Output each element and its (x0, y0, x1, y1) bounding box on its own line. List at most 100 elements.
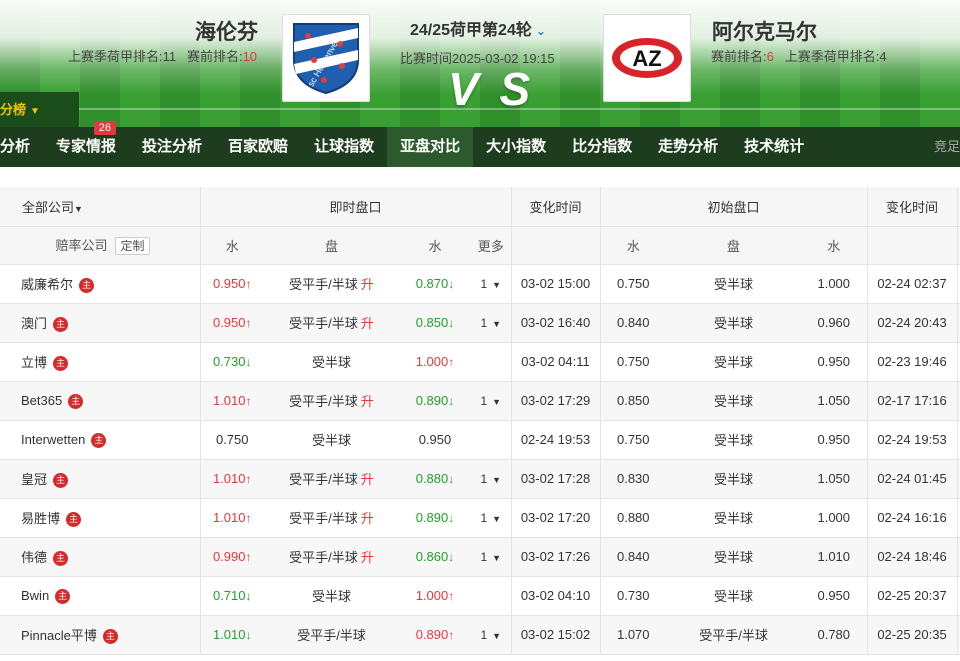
chevron-down-icon: ⌄ (535, 24, 546, 38)
line-header: 盘 (264, 226, 399, 265)
company-cell[interactable]: Bet365 主 (0, 381, 201, 421)
company-name[interactable]: 立博 (21, 355, 47, 370)
arrow-down-icon: ↓ (245, 589, 252, 603)
nav-tab[interactable]: 专家情报 26 (43, 121, 129, 167)
arrow-down-icon: ↓ (448, 511, 455, 525)
nav-tab[interactable]: 百家欧赔 (215, 127, 301, 167)
company-name[interactable]: Pinnacle平博 (21, 628, 97, 643)
more-count: 1 (480, 627, 488, 642)
odds-table-body: 威廉希尔主 0.950↑ 受平手/半球升 0.870↓ 1 ▼ 03-02 15:00 0.7… (0, 264, 960, 655)
init-change-time: 02-24 01:45 (867, 459, 958, 499)
company-name[interactable]: Interwetten (21, 432, 85, 447)
vs-label: V S (448, 63, 535, 115)
nav-tab[interactable]: 投注分析 (129, 127, 215, 167)
more-dropdown[interactable]: 1 ▼ (471, 615, 512, 655)
company-cell[interactable]: 立博主 (0, 342, 201, 382)
live-water1-value: 0.730 (212, 354, 246, 369)
home-team-logo[interactable]: sc Heerenveen (282, 14, 370, 102)
more-dropdown[interactable]: 1 ▼ (471, 498, 512, 538)
league-round-selector[interactable]: 24/25荷甲第24轮 ⌄ (410, 16, 546, 40)
more-dropdown[interactable]: 1 ▼ (471, 537, 512, 577)
live-water1-value: 1.010 (212, 471, 246, 486)
table-row[interactable]: Bwin 主 0.710↓ 受半球 1.000↑ 03-02 04:10 0.730 受半球 0… (0, 576, 960, 616)
live-water1: 1.010↑ (200, 498, 264, 538)
table-row[interactable]: 立博主 0.730↓ 受半球 1.000↑ 03-02 04:11 0.750 受半球 0.9… (0, 342, 960, 382)
init-water2: 1.050 (801, 381, 868, 421)
live-line-value: 受平手/半球 (297, 628, 366, 643)
company-cell[interactable]: Pinnacle平博主 (0, 615, 201, 655)
nav-tab[interactable]: 技术统计 (731, 127, 817, 167)
home-badge-icon: 主 (68, 393, 84, 409)
nav-tab[interactable]: 亚盘对比 (387, 127, 474, 167)
away-pre-match-rank: 6 (766, 49, 774, 64)
company-name[interactable]: 易胜博 (21, 511, 60, 526)
company-cell[interactable]: 皇冠主 (0, 459, 201, 499)
init-water1: 0.850 (600, 381, 667, 421)
away-team-logo[interactable]: AZ (603, 14, 691, 102)
more-dropdown[interactable]: 1 ▼ (471, 303, 512, 343)
home-badge-icon: 主 (79, 278, 95, 293)
more-dropdown[interactable]: 1 ▼ (471, 381, 512, 421)
init-line: 受半球 (666, 264, 802, 304)
nav-tab-label: 大小指数 (486, 138, 547, 155)
company-filter-label: 全部公司 (22, 199, 75, 215)
home-pre-match-rank: 10 (242, 49, 258, 64)
nav-tab[interactable]: 比分指数 (559, 127, 645, 167)
home-pre-match-rank-label: 赛前排名: (186, 49, 243, 64)
change-time: 03-02 17:29 (511, 381, 601, 421)
company-name[interactable]: 皇冠 (21, 472, 47, 487)
company-cell[interactable]: 易胜博主 (0, 498, 201, 538)
company-name[interactable]: 威廉希尔 (21, 277, 73, 292)
more-count: 1 (480, 471, 488, 486)
company-cell[interactable]: Bwin 主 (0, 576, 201, 616)
nav-tab[interactable]: 分析 (0, 127, 43, 167)
live-line: 受平手/半球升 (264, 537, 399, 577)
company-filter[interactable]: 全部公司▼ (0, 187, 201, 227)
nav-tab-label: 分析 (0, 138, 31, 155)
more-header: 更多 (471, 226, 512, 265)
table-row[interactable]: 澳门主 0.950↑ 受平手/半球升 0.850↓ 1 ▼ 03-02 16:40 0.840… (0, 303, 960, 343)
live-water2: 1.000↑ (399, 576, 471, 616)
more-dropdown[interactable]: 1 ▼ (471, 264, 512, 304)
home-team-name[interactable]: 海伦芬 (195, 16, 258, 46)
customize-button[interactable]: 定制 (115, 237, 150, 255)
table-row[interactable]: 伟德主 0.990↑ 受平手/半球升 0.860↓ 1 ▼ 03-02 17:26 0.840… (0, 537, 960, 577)
table-row[interactable]: 威廉希尔主 0.950↑ 受平手/半球升 0.870↓ 1 ▼ 03-02 15:00 0.7… (0, 264, 960, 304)
table-row[interactable]: Interwetten 主 0.750 受半球 0.950 02-24 19:53 0.75… (0, 420, 960, 460)
change-time: 03-02 15:00 (511, 264, 601, 304)
init-change-time: 02-24 16:16 (867, 498, 958, 538)
init-line-header: 盘 (666, 226, 802, 265)
arrow-down-icon: ↓ (245, 355, 252, 369)
company-cell[interactable]: 澳门主 (0, 303, 201, 343)
arrow-down-icon: ↓ (448, 316, 455, 330)
nav-tab[interactable]: 让球指数 (301, 127, 387, 167)
more-dropdown[interactable]: 1 ▼ (471, 459, 512, 499)
company-cell[interactable]: 威廉希尔主 (0, 264, 201, 304)
company-name[interactable]: Bet365 (21, 393, 62, 408)
company-cell[interactable]: 伟德主 (0, 537, 201, 577)
notification-badge: 26 (93, 121, 117, 135)
init-change-time: 02-25 20:37 (867, 576, 958, 616)
arrow-down-icon: ↓ (245, 628, 252, 642)
table-row[interactable]: 易胜博主 1.010↑ 受平手/半球升 0.890↓ 1 ▼ 03-02 17:20 0.88… (0, 498, 960, 538)
nav-tab[interactable]: 走势分析 (645, 127, 731, 167)
arrow-up-icon: ↑ (448, 628, 455, 642)
company-name[interactable]: 伟德 (21, 550, 47, 565)
init-change-time: 02-24 19:53 (867, 420, 958, 460)
live-water2: 0.890↓ (399, 381, 471, 421)
analysis-nav: 分析 专家情报 26 投注分析 百家欧赔 让球指数 亚盘对比 大小指数 比分指数 走势分析 技术统计… (0, 121, 960, 167)
company-name[interactable]: Bwin (21, 588, 49, 603)
company-name[interactable]: 澳门 (21, 316, 47, 331)
init-water2: 0.950 (801, 342, 868, 382)
init-line: 受半球 (666, 303, 802, 343)
table-row[interactable]: Bet365 主 1.010↑ 受平手/半球升 0.890↓ 1 ▼ 03-02 17:29 0… (0, 381, 960, 421)
away-team-name[interactable]: 阿尔克马尔 (712, 16, 817, 46)
company-cell[interactable]: Interwetten 主 (0, 420, 201, 460)
standings-dropdown[interactable]: 积分榜▼ (0, 92, 79, 127)
nav-overflow-item[interactable]: 竞足 (934, 127, 960, 167)
nav-tab-label: 百家欧赔 (228, 138, 289, 155)
table-row[interactable]: 皇冠主 1.010↑ 受平手/半球升 0.880↓ 1 ▼ 03-02 17:28 0.830… (0, 459, 960, 499)
table-row[interactable]: Pinnacle平博主 1.010↓ 受平手/半球 0.890↑ 1 ▼ 03-02 15:… (0, 615, 960, 655)
nav-tab[interactable]: 大小指数 (473, 127, 559, 167)
live-water1-value: 0.750 (215, 432, 249, 447)
